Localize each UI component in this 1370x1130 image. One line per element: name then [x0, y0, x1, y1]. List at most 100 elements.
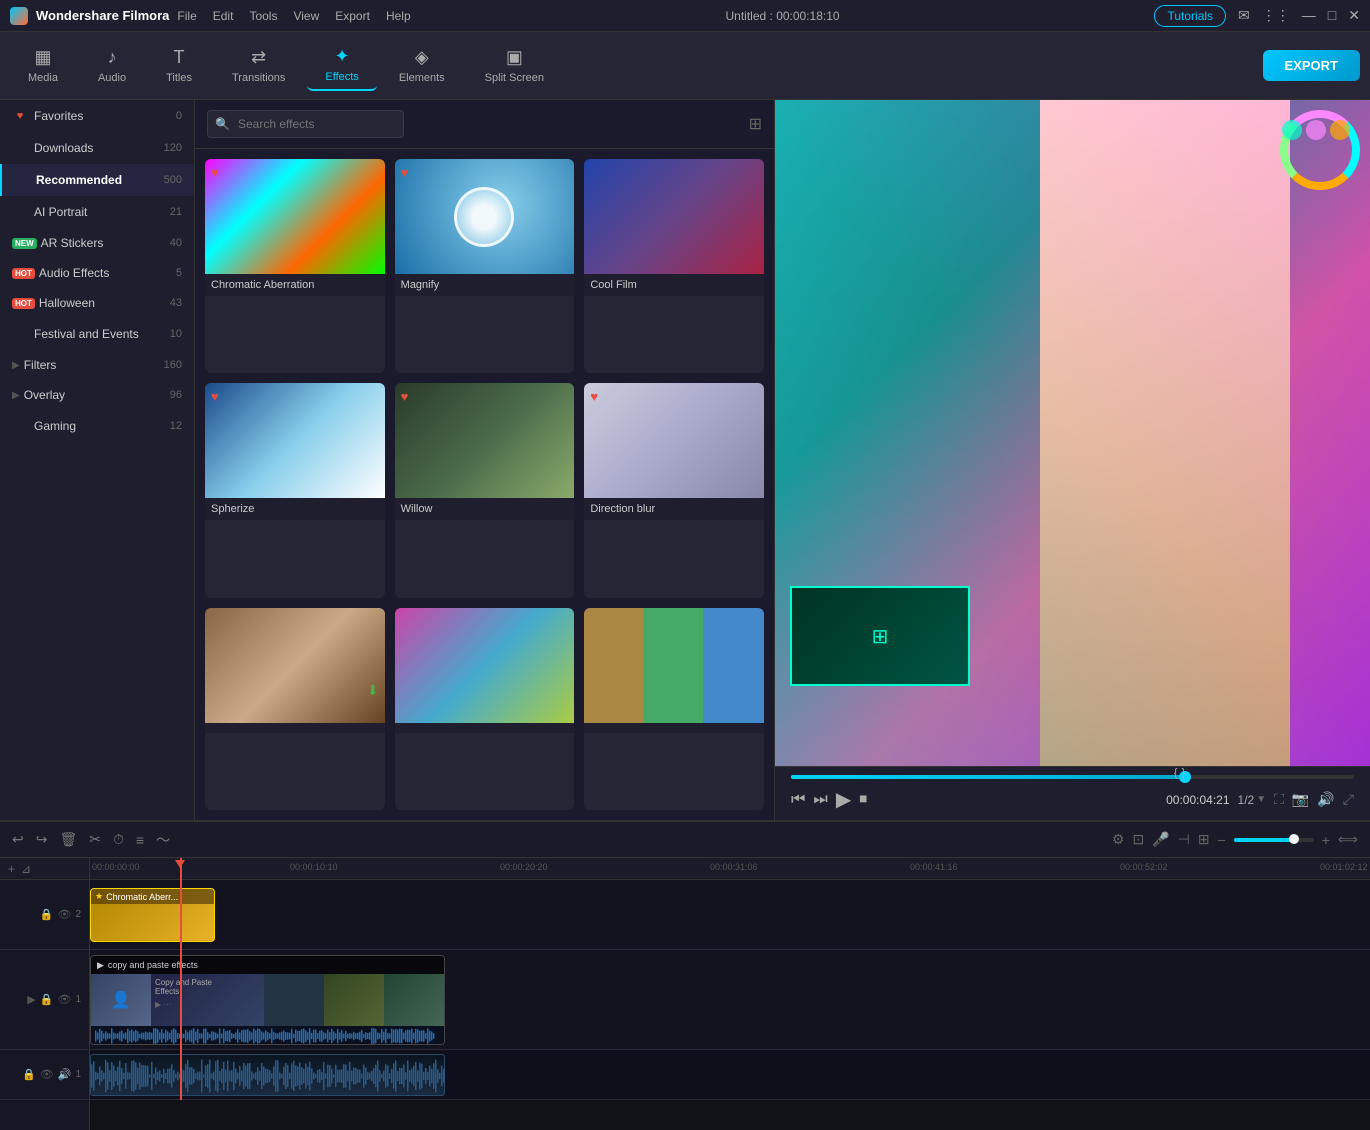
- menu-view[interactable]: View: [293, 9, 319, 23]
- settings-tl-icon[interactable]: ⚙: [1112, 831, 1125, 848]
- menu-tools[interactable]: Tools: [249, 9, 277, 23]
- toolbar-elements[interactable]: ◈ Elements: [381, 41, 463, 90]
- effect-thumb-dirblur: ♥: [584, 383, 764, 498]
- audio-vol-icon[interactable]: 🔊: [58, 1068, 72, 1081]
- filters-chevron-icon: ▶: [12, 360, 20, 371]
- effect-chromatic-aberration[interactable]: ♥ Chromatic Aberration: [205, 159, 385, 373]
- effect-block-chromatic[interactable]: ★ Chromatic Aberr...: [90, 888, 215, 942]
- speed-button[interactable]: ⏱: [113, 831, 124, 848]
- detach-icon[interactable]: ⊣: [1178, 831, 1190, 848]
- window-controls: — □ ✕: [1302, 7, 1360, 24]
- sidebar-item-filters[interactable]: ▶ Filters 160: [0, 350, 194, 380]
- effect-spherize[interactable]: ♥ Spherize: [205, 383, 385, 597]
- volume-icon[interactable]: 🔊: [1317, 791, 1334, 808]
- app-logo-icon: [10, 7, 28, 25]
- toolbar-media[interactable]: ▦ Media: [10, 41, 76, 90]
- timeline-add-track-icon[interactable]: +: [8, 862, 15, 876]
- maximize-button[interactable]: □: [1328, 7, 1336, 24]
- crop-icon[interactable]: ⊞: [1198, 831, 1210, 848]
- cut-button[interactable]: ✂: [89, 831, 101, 848]
- toolbar-split-screen[interactable]: ▣ Split Screen: [467, 41, 562, 90]
- sidebar-item-downloads[interactable]: Downloads 120: [0, 132, 194, 164]
- play-button[interactable]: ▶: [836, 787, 851, 812]
- fit-icon[interactable]: ⟺: [1338, 831, 1358, 848]
- sidebar-item-ai-portrait[interactable]: AI Portrait 21: [0, 196, 194, 228]
- step-back-button[interactable]: ⏮: [791, 791, 805, 809]
- track-1-label: 1: [75, 994, 81, 1005]
- effect-name-row3a: [205, 723, 385, 733]
- toolbar-titles-label: Titles: [166, 72, 192, 84]
- audio-track-lock-icon[interactable]: 🔒: [22, 1068, 36, 1081]
- timeline-tracks-container: ★ Chromatic Aberr... ▶ copy and paste ef…: [90, 880, 1370, 1100]
- sidebar-item-audio-effects[interactable]: HOT Audio Effects 5: [0, 258, 194, 288]
- toolbar-audio[interactable]: ♪ Audio: [80, 41, 144, 90]
- menu-export[interactable]: Export: [335, 9, 370, 23]
- zoom-in-icon[interactable]: +: [1322, 832, 1330, 848]
- mic-icon[interactable]: 🎤: [1152, 831, 1169, 848]
- export-button[interactable]: EXPORT: [1263, 50, 1360, 81]
- split-tl-icon[interactable]: ⊡: [1132, 831, 1144, 848]
- effect-magnify[interactable]: ♥ Magnify: [395, 159, 575, 373]
- stop-button[interactable]: ⏹: [859, 791, 867, 809]
- notification-icon[interactable]: ✉: [1238, 7, 1250, 24]
- search-input[interactable]: [207, 110, 404, 138]
- menu-help[interactable]: Help: [386, 9, 411, 23]
- effect-willow[interactable]: ♥ Willow: [395, 383, 575, 597]
- tutorials-button[interactable]: Tutorials: [1154, 5, 1226, 27]
- sidebar-item-recommended[interactable]: Recommended 500: [0, 164, 194, 196]
- menu-file[interactable]: File: [177, 9, 196, 23]
- toolbar-titles[interactable]: T Titles: [148, 41, 210, 90]
- recommended-icon: [14, 172, 30, 188]
- sidebar-item-halloween[interactable]: HOT Halloween 43: [0, 288, 194, 318]
- toolbar-effects[interactable]: ✦ Effects: [307, 40, 376, 91]
- sidebar-item-overlay[interactable]: ▶ Overlay 96: [0, 380, 194, 410]
- timeline-link-icon[interactable]: ⊿: [21, 862, 31, 876]
- effect-row3a[interactable]: ⬇: [205, 608, 385, 810]
- fav-icon-chromatic: ♥: [211, 165, 219, 180]
- effects-panel: 🔍 ⊞ ♥ Chromatic Aberration ♥ Magnify: [195, 100, 775, 820]
- audio-mix-button[interactable]: ≡: [136, 832, 144, 848]
- effect-row3c[interactable]: [584, 608, 764, 810]
- video-block-waveform: /* waveform bars */: [91, 1026, 444, 1045]
- effect-row3b[interactable]: [395, 608, 575, 810]
- grid-icon[interactable]: ⋮⋮: [1262, 7, 1290, 24]
- track-2-eye-icon[interactable]: 👁: [57, 908, 71, 921]
- track-1-eye-icon[interactable]: 👁: [57, 993, 71, 1006]
- audio-track-eye-icon[interactable]: 👁: [40, 1068, 54, 1081]
- audio-block[interactable]: [90, 1054, 445, 1096]
- fullscreen-icon[interactable]: ⛶: [1274, 791, 1284, 808]
- zoom-out-icon[interactable]: −: [1218, 832, 1226, 848]
- sidebar-overlay-count: 96: [170, 389, 182, 401]
- snapshot-icon[interactable]: 📷: [1292, 791, 1309, 808]
- sidebar-item-ar-stickers[interactable]: NEW AR Stickers 40: [0, 228, 194, 258]
- toolbar-transitions[interactable]: ⇄ Transitions: [214, 41, 303, 90]
- track-1-lock-icon[interactable]: 🔒: [40, 993, 54, 1006]
- window-title: Untitled : 00:00:18:10: [726, 9, 840, 23]
- redo-button[interactable]: ↪: [36, 831, 48, 848]
- festival-icon: [12, 326, 28, 342]
- sidebar-item-gaming[interactable]: Gaming 12: [0, 410, 194, 442]
- toolbar-elements-label: Elements: [399, 72, 445, 84]
- close-button[interactable]: ✕: [1348, 7, 1360, 24]
- undo-button[interactable]: ↩: [12, 831, 24, 848]
- effect-star-icon: ★: [95, 891, 103, 902]
- track-2-lock-icon[interactable]: 🔒: [40, 908, 54, 921]
- track-1-play-icon[interactable]: ▶: [27, 993, 35, 1006]
- minimize-button[interactable]: —: [1302, 7, 1316, 24]
- menu-edit[interactable]: Edit: [213, 9, 234, 23]
- progress-bar[interactable]: { }: [791, 775, 1354, 779]
- settings-icon[interactable]: ⤢: [1343, 791, 1354, 808]
- delete-button[interactable]: 🗑: [59, 831, 77, 848]
- effect-name-row3c: [584, 723, 764, 733]
- waveform-button[interactable]: 〜: [156, 830, 170, 850]
- video-block[interactable]: ▶ copy and paste effects 👤 Copy and Past…: [90, 955, 445, 1045]
- page-dropdown-icon[interactable]: ▼: [1256, 794, 1266, 805]
- frame-back-button[interactable]: ⏭: [813, 791, 827, 809]
- sidebar-item-favorites[interactable]: ♥ Favorites 0: [0, 100, 194, 132]
- grid-view-toggle[interactable]: ⊞: [749, 114, 762, 134]
- sidebar-item-festival[interactable]: Festival and Events 10: [0, 318, 194, 350]
- effect-track-row: ★ Chromatic Aberr...: [90, 880, 1370, 950]
- effect-cool-film[interactable]: Cool Film: [584, 159, 764, 373]
- preview-screen-decoration: ⊞: [790, 586, 970, 686]
- effect-direction-blur[interactable]: ♥ Direction blur: [584, 383, 764, 597]
